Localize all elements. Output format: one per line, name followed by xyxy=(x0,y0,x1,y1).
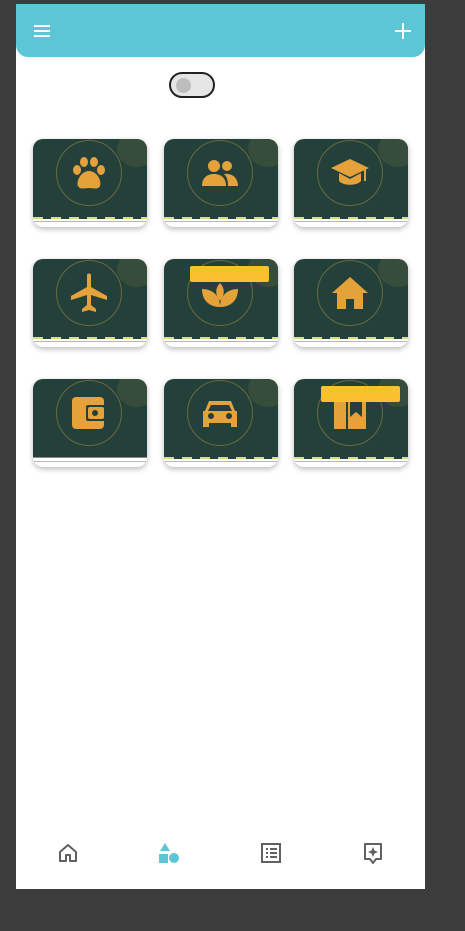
tile-face xyxy=(33,379,147,457)
badge xyxy=(190,266,269,282)
tile-decoration xyxy=(248,379,278,407)
tile-decoration xyxy=(117,259,147,287)
nav-home[interactable] xyxy=(57,842,79,864)
tile-underline xyxy=(164,341,278,342)
nav-featured[interactable] xyxy=(362,842,384,864)
tile-decoration xyxy=(117,139,147,167)
category-tile-pets[interactable] xyxy=(33,139,147,227)
wallet-icon xyxy=(72,397,106,429)
category-tile-home[interactable] xyxy=(294,259,408,347)
toggle-knob xyxy=(176,78,191,93)
tile-face xyxy=(294,259,408,337)
tile-underline xyxy=(164,221,278,222)
tile-dashes xyxy=(294,217,408,219)
tile-underline xyxy=(164,461,278,462)
tile-dashes xyxy=(294,337,408,339)
category-tile-car[interactable] xyxy=(164,379,278,467)
home-icon xyxy=(59,844,77,862)
category-tile-travel[interactable] xyxy=(33,259,147,347)
car-icon xyxy=(203,401,237,427)
tile-underline xyxy=(33,221,147,222)
nav-list[interactable] xyxy=(260,842,282,864)
tile-decoration xyxy=(117,379,147,407)
category-tile-people[interactable] xyxy=(164,139,278,227)
airplane-icon xyxy=(71,273,107,312)
tile-dashes xyxy=(294,457,408,459)
app-screen xyxy=(16,4,425,889)
hamburger-menu-icon xyxy=(34,25,50,37)
category-tile-education[interactable] xyxy=(294,139,408,227)
tile-dashes xyxy=(33,217,147,219)
tile-underline xyxy=(294,461,408,462)
home-icon xyxy=(332,277,368,309)
tile-dashes xyxy=(33,337,147,339)
tile-underline xyxy=(33,341,147,342)
badge xyxy=(321,386,400,402)
tile-decoration xyxy=(378,259,408,287)
app-bar xyxy=(16,4,425,57)
tile-dashes xyxy=(164,337,278,339)
tile-underline xyxy=(33,461,147,462)
sparkle-bookmark-icon xyxy=(364,843,382,864)
tile-face xyxy=(164,379,278,457)
tile-underline xyxy=(294,341,408,342)
list-icon xyxy=(261,843,281,863)
bottom-navigation xyxy=(16,830,425,874)
toggle-switch[interactable] xyxy=(169,72,215,98)
tile-face xyxy=(33,139,147,217)
people-icon xyxy=(202,160,238,186)
tile-dashes xyxy=(33,457,147,458)
category-tile-wellness[interactable] xyxy=(164,259,278,347)
nav-categories[interactable] xyxy=(158,842,180,864)
category-tile-wallet[interactable] xyxy=(33,379,147,467)
tile-dashes xyxy=(164,457,278,459)
paw-icon xyxy=(73,157,105,189)
plus-icon xyxy=(395,23,411,39)
graduation-cap-icon xyxy=(331,159,369,185)
tile-underline xyxy=(294,221,408,222)
tile-decoration xyxy=(378,139,408,167)
category-tile-map[interactable] xyxy=(294,379,408,467)
shapes-icon xyxy=(159,843,179,863)
tile-face xyxy=(164,139,278,217)
tile-dashes xyxy=(164,217,278,219)
add-button[interactable] xyxy=(393,21,413,41)
tile-decoration xyxy=(248,139,278,167)
tile-face xyxy=(33,259,147,337)
tile-face xyxy=(294,139,408,217)
menu-button[interactable] xyxy=(32,21,52,41)
